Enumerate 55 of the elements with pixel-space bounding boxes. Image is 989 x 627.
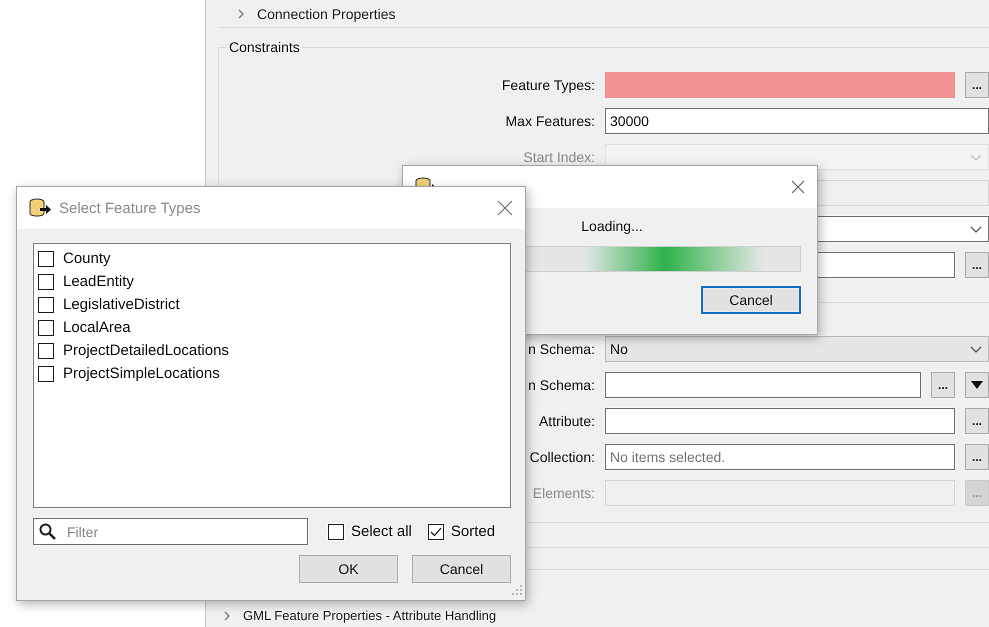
dialog-title: Select Feature Types	[59, 200, 200, 216]
chevron-down-icon	[970, 226, 982, 232]
filter-field[interactable]: Filter	[33, 518, 308, 545]
feature-type-label[interactable]: ProjectSimpleLocations	[63, 365, 220, 382]
field-label: n Schema:	[528, 341, 595, 357]
text-field[interactable]: No items selected.	[605, 444, 955, 470]
feature-type-label[interactable]: ProjectDetailedLocations	[63, 342, 229, 359]
field-label: Attribute:	[538, 413, 595, 429]
loading-message: Loading...	[581, 218, 643, 234]
triangle-down-icon	[971, 381, 983, 389]
chevron-down-icon	[970, 154, 982, 160]
field-label: Max Features:	[506, 113, 595, 129]
section-header[interactable]: Connection Properties	[257, 6, 396, 22]
text-field[interactable]	[605, 408, 955, 434]
checkbox[interactable]	[428, 524, 444, 540]
close-icon[interactable]	[497, 200, 513, 216]
checkbox[interactable]	[38, 296, 54, 312]
field-label: Start Index:	[523, 149, 595, 165]
browse-button[interactable]: ...	[965, 408, 989, 434]
close-icon[interactable]	[791, 180, 805, 194]
text-field[interactable]: 30000	[605, 108, 989, 134]
browse-button[interactable]: ...	[965, 72, 989, 98]
dropdown[interactable]: No	[605, 336, 989, 362]
checkbox-label[interactable]: Select all	[351, 523, 412, 540]
section-header[interactable]: GML Feature Properties - Attribute Handling	[243, 608, 496, 623]
field-label: Collection:	[530, 449, 595, 465]
checkbox-label[interactable]: Sorted	[450, 523, 496, 540]
feature-type-label[interactable]: LocalArea	[63, 319, 131, 336]
search-icon	[39, 523, 56, 540]
group-title: Constraints	[227, 39, 302, 55]
checkbox[interactable]	[38, 366, 54, 382]
field-label: Feature Types:	[502, 77, 595, 93]
dropdown-button[interactable]	[965, 372, 989, 398]
chevron-right-icon	[224, 610, 231, 620]
browse-button[interactable]: ...	[965, 252, 989, 278]
checkbox[interactable]	[38, 342, 54, 358]
text-field[interactable]	[605, 372, 921, 398]
browse-button[interactable]: ...	[965, 444, 989, 470]
browse-button[interactable]: ...	[931, 372, 955, 398]
resize-grip-icon[interactable]	[512, 585, 522, 595]
dialog-button[interactable]: OK	[299, 555, 398, 583]
field-label: n Schema:	[528, 377, 595, 393]
dialog-button[interactable]: Cancel	[412, 555, 511, 583]
feature-type-label[interactable]: LegislativeDistrict	[63, 296, 180, 313]
field-label: Elements:	[532, 485, 595, 501]
chevron-right-icon	[238, 8, 245, 18]
text-field[interactable]	[605, 72, 955, 98]
checkbox[interactable]	[38, 320, 54, 336]
checkbox[interactable]	[38, 274, 54, 290]
checkbox[interactable]	[328, 524, 344, 540]
checkbox[interactable]	[38, 250, 54, 266]
feature-type-label[interactable]: LeadEntity	[63, 273, 134, 290]
feature-type-label[interactable]: County	[63, 250, 111, 267]
cancel-button[interactable]: Cancel	[701, 286, 801, 314]
chevron-down-icon	[970, 346, 982, 352]
